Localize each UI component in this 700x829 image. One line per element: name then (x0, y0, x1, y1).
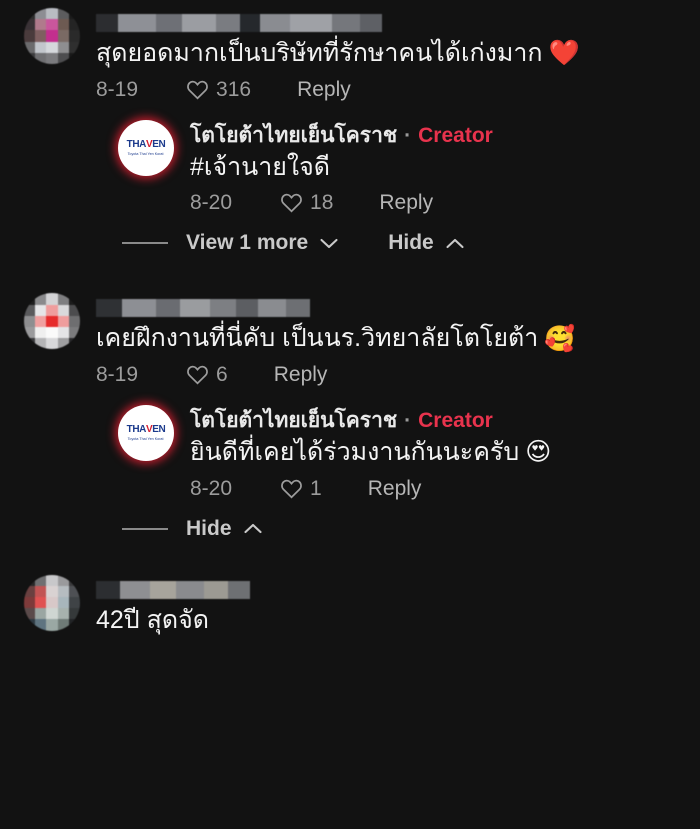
logo-wordmark: THA V EN (126, 423, 166, 435)
comment-author-name-blurred (96, 577, 686, 603)
reply-button[interactable]: Reply (368, 478, 422, 499)
hide-replies-button[interactable]: Hide (388, 231, 464, 255)
hide-label: Hide (388, 231, 434, 255)
like-button[interactable]: 316 (186, 79, 251, 100)
like-count: 6 (216, 362, 228, 386)
avatar[interactable]: THA V EN Toyota Thai Yen Korat (118, 404, 174, 461)
avatar[interactable] (24, 574, 80, 631)
separator-dot: · (404, 408, 412, 432)
comment-author-name-blurred (96, 10, 686, 36)
like-button[interactable]: 18 (280, 192, 333, 213)
reply-meta: 8-20 18 Reply (190, 192, 686, 213)
comment-date: 8-19 (96, 362, 139, 386)
comment-item[interactable]: เคยฝึกงานที่นี่คับ เป็นนร.วิทยาลัยโตโยต้… (0, 285, 700, 385)
comments-feed: สุดยอดมากเป็นบริษัทที่รักษาคนได้เก่งมาก … (0, 0, 700, 829)
thread-controls: View 1 more Hide (0, 213, 700, 271)
chevron-down-icon (320, 238, 338, 248)
reply-item[interactable]: THA V EN Toyota Thai Yen Korat โตโยต้าไทยเ… (0, 114, 700, 214)
logo-wordmark: THA V EN (126, 138, 166, 150)
comment-text: 42ปี สุดจัด (96, 605, 210, 634)
view-more-label: View 1 more (186, 231, 309, 255)
reply-button[interactable]: Reply (274, 364, 328, 385)
like-count: 316 (216, 77, 252, 101)
logo-text-a: THA (126, 138, 147, 150)
logo-text-a: THA (126, 423, 147, 435)
reply-text: ยินดีที่เคยได้ร่วมงานกันนะครับ (190, 438, 520, 467)
like-count: 18 (310, 191, 334, 215)
reply-body: โตโยต้าไทยเย็นโคราช · Creator #เจ้านายใจ… (190, 120, 686, 214)
comment-body: 42ปี สุดจัด (96, 575, 686, 639)
logo-subtext: Toyota Thai Yen Korat (128, 150, 164, 156)
creator-avatar-logo: THA V EN Toyota Thai Yen Korat (118, 119, 174, 176)
thread-controls: Hide (0, 499, 700, 557)
comment-author-name-blurred (96, 295, 686, 321)
heart-icon (187, 365, 208, 385)
reply-text-container: ยินดีที่เคยได้ร่วมงานกันนะครับ 😍 (190, 435, 686, 471)
reply-body: โตโยต้าไทยเย็นโคราช · Creator ยินดีที่เค… (190, 405, 686, 499)
creator-header: โตโยต้าไทยเย็นโคราช · Creator (190, 407, 686, 435)
reply-button[interactable]: Reply (379, 192, 433, 213)
chevron-up-icon (446, 238, 464, 248)
creator-avatar-logo: THA V EN Toyota Thai Yen Korat (118, 404, 174, 461)
hide-label: Hide (186, 516, 232, 540)
comment-text-container: สุดยอดมากเป็นบริษัทที่รักษาคนได้เก่งมาก … (96, 36, 686, 72)
creator-username[interactable]: โตโยต้าไทยเย็นโคราช (190, 122, 397, 150)
avatar-blurred-image (24, 8, 80, 64)
separator-dot: · (404, 123, 412, 147)
comment-item[interactable]: สุดยอดมากเป็นบริษัทที่รักษาคนได้เก่งมาก … (0, 0, 700, 100)
comment-body: เคยฝึกงานที่นี่คับ เป็นนร.วิทยาลัยโตโยต้… (96, 293, 686, 385)
avatar[interactable] (24, 293, 80, 350)
comment-body: สุดยอดมากเป็นบริษัทที่รักษาคนได้เก่งมาก … (96, 8, 686, 100)
comment-text-container: เคยฝึกงานที่นี่คับ เป็นนร.วิทยาลัยโตโยต้… (96, 321, 686, 357)
logo-subtext: Toyota Thai Yen Korat (128, 435, 164, 441)
creator-header: โตโยต้าไทยเย็นโคราช · Creator (190, 122, 686, 150)
like-button[interactable]: 1 (280, 478, 322, 499)
avatar[interactable]: THA V EN Toyota Thai Yen Korat (118, 119, 174, 176)
reply-date: 8-20 (190, 476, 233, 500)
avatar[interactable] (24, 8, 80, 64)
comment-date: 8-19 (96, 77, 139, 101)
comment-item[interactable]: 42ปี สุดจัด (0, 567, 700, 639)
reply-date: 8-20 (190, 191, 233, 215)
avatar-blurred-image (24, 574, 80, 631)
comment-meta: 8-19 316 Reply (96, 79, 686, 100)
comment-meta: 8-19 6 Reply (96, 364, 686, 385)
logo-text-c: EN (152, 138, 166, 150)
avatar-blurred-image (24, 293, 80, 350)
thread-divider-line (122, 242, 168, 245)
heart-eyes-emoji: 😍 (525, 438, 552, 467)
smiling-face-with-hearts-emoji: 🥰 (544, 324, 576, 353)
comment-text-container: 42ปี สุดจัด (96, 603, 686, 639)
reply-button[interactable]: Reply (297, 79, 351, 100)
hide-replies-button[interactable]: Hide (186, 517, 262, 541)
heart-icon (187, 80, 208, 99)
reply-text: #เจ้านายใจดี (190, 152, 331, 181)
creator-badge: Creator (418, 408, 493, 432)
heart-icon (281, 194, 302, 213)
reply-text-container: #เจ้านายใจดี (190, 150, 686, 186)
creator-badge: Creator (418, 123, 493, 147)
logo-text-c: EN (152, 423, 166, 435)
view-more-replies-button[interactable]: View 1 more (186, 231, 338, 255)
comment-text: เคยฝึกงานที่นี่คับ เป็นนร.วิทยาลัยโตโยต้… (96, 324, 539, 353)
thread-divider-line (122, 527, 168, 530)
chevron-up-icon (243, 524, 262, 534)
comment-text: สุดยอดมากเป็นบริษัทที่รักษาคนได้เก่งมาก (96, 39, 543, 67)
heart-emoji: ❤️ (548, 39, 580, 68)
like-count: 1 (310, 476, 322, 500)
creator-username[interactable]: โตโยต้าไทยเย็นโคราช (190, 407, 397, 435)
heart-icon (281, 479, 302, 499)
reply-item[interactable]: THA V EN Toyota Thai Yen Korat โตโยต้าไทยเ… (0, 399, 700, 499)
like-button[interactable]: 6 (186, 364, 228, 385)
reply-meta: 8-20 1 Reply (190, 478, 686, 499)
